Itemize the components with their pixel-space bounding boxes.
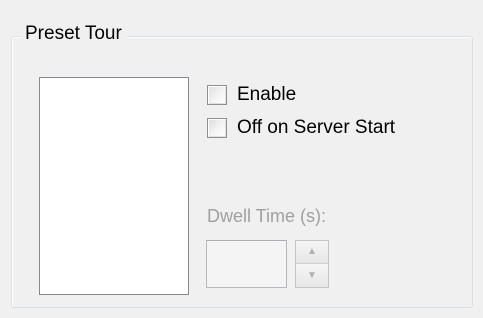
off-on-server-start-label[interactable]: Off on Server Start	[237, 116, 395, 140]
spin-down-button[interactable]: ▼	[296, 264, 328, 287]
dwell-time-label: Dwell Time (s):	[207, 206, 327, 226]
dwell-time-input[interactable]	[206, 240, 287, 288]
preset-tour-panel: Preset Tour Enable Off on Server Start D…	[0, 0, 483, 318]
arrow-down-icon: ▼	[307, 269, 317, 281]
spin-up-button[interactable]: ▲	[296, 241, 328, 264]
enable-label[interactable]: Enable	[237, 83, 296, 107]
enable-checkbox-row[interactable]: Enable	[207, 83, 296, 107]
enable-checkbox[interactable]	[207, 85, 227, 105]
dwell-time-spinner[interactable]: ▲ ▼	[295, 240, 329, 288]
groupbox-title: Preset Tour	[20, 22, 127, 46]
preset-tour-list[interactable]	[39, 77, 189, 295]
off-on-server-start-checkbox[interactable]	[207, 118, 227, 138]
off-on-server-start-checkbox-row[interactable]: Off on Server Start	[207, 116, 395, 140]
arrow-up-icon: ▲	[307, 246, 317, 257]
